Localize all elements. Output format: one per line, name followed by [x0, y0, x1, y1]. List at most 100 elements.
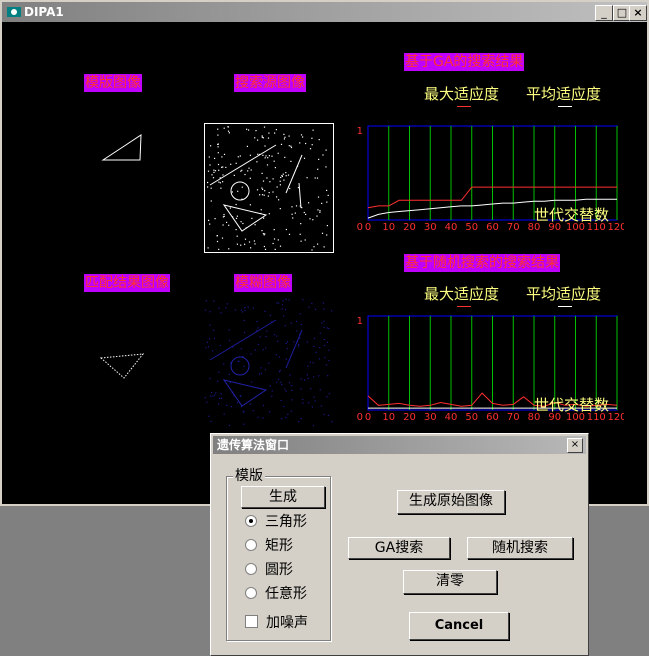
blur-dot	[276, 381, 278, 383]
close-button[interactable]: ×	[629, 5, 647, 21]
blur-dot	[237, 360, 239, 363]
noise-dot	[256, 161, 258, 163]
blur-dot	[269, 314, 271, 316]
ga-legend-max-swatch	[457, 106, 471, 107]
radio-arbitrary[interactable]	[245, 587, 257, 599]
noise-dot	[268, 192, 270, 194]
blur-dot	[285, 298, 287, 300]
add-noise-checkbox[interactable]	[245, 615, 258, 628]
ga-dialog: 遗传算法窗口 × 模版 生成 三角形 矩形 圆形 任意形 加噪声 生成原始图像 …	[210, 433, 589, 656]
random-legend-avg-swatch	[558, 306, 572, 307]
blur-dot	[291, 399, 293, 401]
blur-dot	[240, 348, 242, 350]
dialog-title: 遗传算法窗口	[217, 438, 290, 452]
window-title: DIPA1	[24, 5, 64, 19]
blur-dot	[315, 351, 317, 353]
noise-dot	[292, 217, 294, 219]
ga-search-button[interactable]: GA搜索	[348, 537, 450, 559]
noise-dot	[210, 187, 212, 189]
noise-dot	[221, 237, 224, 239]
blur-dot	[252, 307, 255, 309]
noise-dot	[236, 243, 238, 245]
noise-dot	[263, 245, 265, 248]
random-search-button[interactable]: 随机搜索	[467, 537, 573, 559]
radio-circle[interactable]	[245, 563, 257, 575]
blur-dot	[293, 341, 295, 343]
y-tick-label: 0	[357, 412, 363, 423]
blur-dot	[205, 300, 207, 302]
blur-dot	[298, 343, 300, 346]
noise-dot	[229, 207, 231, 209]
blur-dot	[328, 359, 330, 362]
x-tick-label: 50	[465, 222, 478, 233]
noise-dot	[217, 128, 219, 130]
dialog-close-button[interactable]: ×	[567, 438, 583, 453]
x-tick-label: 40	[445, 222, 458, 233]
blur-dot	[313, 345, 315, 347]
title-bar[interactable]: DIPA1 _ □ ×	[2, 2, 647, 22]
noise-dot	[279, 245, 282, 247]
blur-dot	[268, 362, 270, 364]
blur-dot	[250, 353, 252, 355]
blur-dot	[286, 341, 289, 343]
shape-option-arbitrary[interactable]: 任意形	[245, 585, 307, 603]
blur-dot	[319, 347, 321, 349]
noise-dot	[291, 206, 293, 208]
blur-dot	[262, 417, 264, 419]
y-tick-label: 1	[357, 316, 363, 327]
noise-dot	[261, 136, 263, 138]
radio-triangle[interactable]	[245, 515, 257, 527]
x-tick-label: 10	[382, 222, 395, 233]
shape-option-rectangle[interactable]: 矩形	[245, 537, 293, 555]
noise-dot	[250, 169, 252, 171]
match-result-triangle	[99, 353, 145, 379]
noise-dot	[223, 215, 225, 217]
blur-dot	[285, 342, 287, 345]
noise-dot	[275, 129, 277, 131]
blur-dot	[204, 309, 207, 311]
noise-dot	[300, 223, 302, 225]
radio-rectangle[interactable]	[245, 539, 257, 551]
blur-dot	[300, 388, 302, 390]
shape-option-triangle[interactable]: 三角形	[245, 513, 307, 531]
blur-dot	[218, 371, 220, 373]
blur-dot	[215, 392, 217, 394]
shape-option-circle[interactable]: 圆形	[245, 561, 293, 579]
blur-dot	[229, 382, 231, 384]
noise-dot	[248, 241, 251, 243]
noise-dot	[300, 240, 302, 242]
noise-dot	[216, 235, 218, 237]
blur-dot	[307, 365, 309, 367]
noise-dot	[311, 144, 313, 146]
ga-legend-max: 最大适应度	[424, 85, 500, 103]
noise-dot	[266, 164, 269, 166]
blur-dot	[308, 306, 310, 308]
noise-dot	[276, 186, 278, 188]
blur-dot	[213, 329, 215, 331]
noise-dot	[300, 134, 303, 136]
blur-dot	[331, 421, 333, 423]
add-noise-option[interactable]: 加噪声	[245, 614, 308, 632]
blur-dot	[290, 322, 292, 324]
noise-dot	[246, 128, 248, 130]
minimize-button[interactable]: _	[595, 5, 613, 21]
blur-dot	[217, 380, 219, 382]
blur-dot	[256, 320, 258, 322]
x-tick-label: 30	[424, 412, 437, 423]
dialog-title-bar[interactable]: 遗传算法窗口 ×	[213, 436, 586, 454]
noise-dot	[244, 243, 246, 245]
blur-dot	[269, 411, 271, 413]
generate-button[interactable]: 生成	[241, 486, 325, 508]
noise-dot	[316, 215, 318, 217]
noise-dot	[254, 224, 256, 226]
clear-button[interactable]: 清零	[403, 570, 497, 594]
blur-dot	[271, 395, 273, 397]
blur-dot	[285, 416, 287, 419]
noise-dot	[290, 146, 293, 149]
noise-dot	[236, 215, 238, 217]
noise-dot	[220, 187, 222, 189]
generate-source-button[interactable]: 生成原始图像	[397, 490, 505, 514]
noise-dot	[221, 156, 223, 158]
noise-dot	[272, 242, 274, 245]
cancel-button[interactable]: Cancel	[409, 612, 509, 640]
